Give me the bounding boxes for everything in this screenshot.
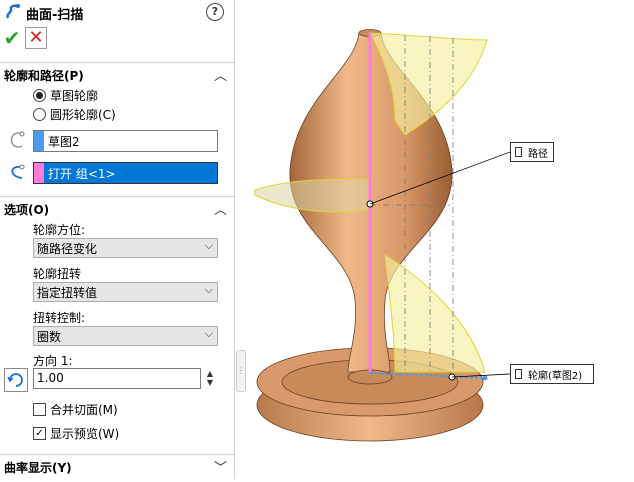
radio-circular-profile-label: 圆形轮廓(C) bbox=[50, 107, 116, 122]
direction-spinner[interactable]: ▲ ▼ bbox=[205, 369, 215, 389]
radio-sketch-profile[interactable]: 草图轮廓 bbox=[33, 87, 98, 103]
section-profile-path-header[interactable]: 轮廓和路径(P) ︿ bbox=[0, 62, 234, 85]
section-curvature-header[interactable]: 曲率显示(Y) ﹀ bbox=[0, 454, 234, 477]
cancel-button[interactable]: ✕ bbox=[25, 27, 47, 49]
twist-control-dropdown[interactable]: 圈数 ⌵ bbox=[33, 326, 218, 346]
vase-neck-ring bbox=[347, 369, 393, 385]
orientation-value: 随路径变化 bbox=[37, 242, 98, 256]
graphics-viewport[interactable]: 路径 轮廓(草图2) bbox=[245, 0, 634, 479]
path-selection-box[interactable]: 打开 组<1> bbox=[33, 162, 218, 184]
orientation-dropdown[interactable]: 随路径变化 ⌵ bbox=[33, 238, 218, 258]
radio-button-selected[interactable] bbox=[33, 88, 46, 102]
radio-sketch-profile-label: 草图轮廓 bbox=[50, 88, 99, 103]
rotate-icon bbox=[7, 373, 23, 387]
feature-title-row: 曲面-扫描 ? bbox=[0, 0, 234, 24]
profile-icon bbox=[10, 131, 25, 148]
flag-icon bbox=[515, 369, 522, 379]
checkbox-unchecked[interactable] bbox=[33, 402, 46, 416]
show-preview-checkbox[interactable]: ✓ 显示预览(W) bbox=[33, 425, 119, 441]
reverse-direction-button[interactable] bbox=[4, 368, 28, 392]
merge-faces-checkbox[interactable]: 合并切面(M) bbox=[33, 401, 118, 417]
path-callout[interactable]: 路径 bbox=[510, 142, 554, 162]
path-callout-label: 路径 bbox=[528, 148, 548, 160]
chevron-down-icon: ﹀ bbox=[214, 461, 228, 476]
profile-callout-label: 轮廓(草图2) bbox=[528, 370, 583, 382]
feature-title: 曲面-扫描 bbox=[26, 8, 84, 23]
twist-control-value: 圈数 bbox=[37, 330, 62, 344]
twist-value: 指定扭转值 bbox=[37, 286, 98, 300]
path-icon bbox=[11, 164, 25, 179]
help-icon[interactable]: ? bbox=[206, 3, 224, 21]
chevron-up-icon: ︿ bbox=[214, 69, 228, 84]
sweep-surface-bottom bbox=[384, 254, 486, 373]
radio-circular-profile[interactable]: 圆形轮廓(C) bbox=[33, 106, 116, 122]
model-render bbox=[254, 29, 511, 442]
direction-label: 方向 1: bbox=[33, 354, 73, 368]
twist-control-label: 扭转控制: bbox=[33, 311, 86, 325]
section-options-label: 选项(O) bbox=[4, 203, 50, 217]
orientation-label: 轮廓方位: bbox=[33, 223, 86, 237]
profile-callout[interactable]: 轮廓(草图2) bbox=[510, 364, 594, 384]
ok-button[interactable]: ✔ bbox=[2, 27, 22, 49]
checkbox-checked[interactable]: ✓ bbox=[33, 426, 46, 440]
path-selection-value: 打开 组<1> bbox=[48, 167, 116, 181]
spin-up-icon[interactable]: ▲ bbox=[205, 369, 215, 378]
radio-button[interactable] bbox=[33, 107, 46, 121]
chevron-down-icon: ⌵ bbox=[204, 239, 213, 252]
direction-value: 1.00 bbox=[37, 371, 64, 385]
path-color-swatch bbox=[34, 163, 44, 183]
profile-selection-box[interactable]: 草图2 bbox=[33, 130, 218, 152]
property-manager: 曲面-扫描 ? ✔ ✕ 轮廓和路径(P) ︿ 草图轮廓 圆形轮廓(C) 草图2 … bbox=[0, 0, 235, 479]
direction-value-input[interactable]: 1.00 bbox=[33, 368, 201, 389]
twist-label: 轮廓扭转 bbox=[33, 267, 82, 281]
sweep-surface-icon bbox=[6, 4, 20, 19]
profile-color-swatch bbox=[34, 131, 44, 151]
twist-dropdown[interactable]: 指定扭转值 ⌵ bbox=[33, 282, 218, 302]
spin-down-icon[interactable]: ▼ bbox=[205, 378, 215, 387]
chevron-up-icon: ︿ bbox=[214, 203, 228, 218]
section-curvature-label: 曲率显示(Y) bbox=[4, 461, 72, 475]
profile-endpoint bbox=[482, 375, 488, 381]
sweep-surface-left bbox=[254, 178, 371, 213]
profile-selection-value: 草图2 bbox=[48, 135, 80, 149]
merge-faces-label: 合并切面(M) bbox=[50, 402, 118, 417]
section-profile-path-label: 轮廓和路径(P) bbox=[4, 69, 84, 83]
chevron-down-icon: ⌵ bbox=[204, 327, 213, 340]
chevron-down-icon: ⌵ bbox=[204, 283, 213, 296]
flag-icon bbox=[515, 147, 522, 157]
show-preview-label: 显示预览(W) bbox=[50, 426, 120, 441]
x-icon: ✕ bbox=[28, 27, 44, 48]
section-options-header[interactable]: 选项(O) ︿ bbox=[0, 196, 234, 219]
checkmark-icon: ✔ bbox=[3, 26, 21, 50]
